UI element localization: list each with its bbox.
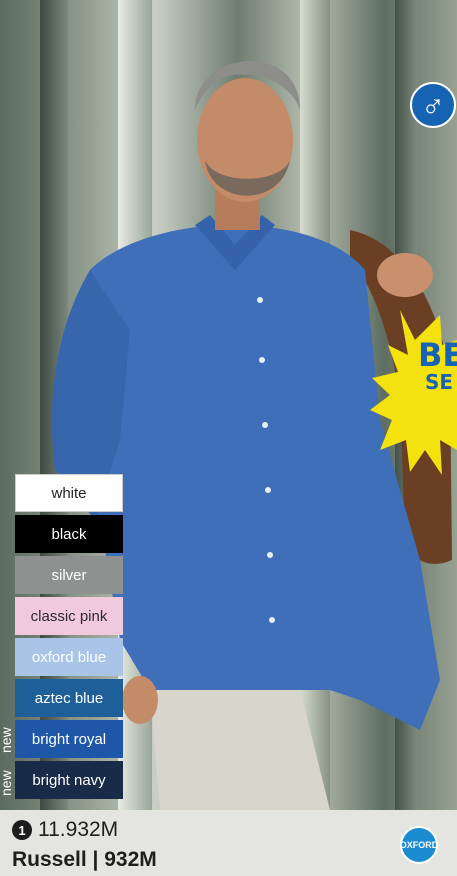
index-badge: 1 — [12, 820, 32, 840]
swatch-classic-pink[interactable]: classic pink — [15, 597, 123, 635]
color-swatch-list: white black silver classic pink oxford b… — [15, 474, 123, 802]
hand — [377, 253, 433, 297]
swatch-white[interactable]: white — [15, 474, 123, 512]
splash-text-line1: BE — [418, 336, 457, 374]
new-tag: new — [0, 727, 14, 753]
male-symbol-glyph: ♂ — [421, 87, 445, 123]
swatch-silver[interactable]: silver — [15, 556, 123, 594]
new-tag: new — [0, 770, 14, 796]
splash-text-line2: SE — [425, 370, 454, 394]
swatch-aztec-blue[interactable]: aztec blue — [15, 679, 123, 717]
product-name: Russell | 932M — [12, 848, 157, 871]
oxford-logo-icon: OXFORD — [400, 826, 438, 864]
hand — [122, 676, 158, 724]
swatch-bright-navy[interactable]: bright navy — [15, 761, 123, 799]
swatch-bright-royal[interactable]: bright royal — [15, 720, 123, 758]
male-symbol-icon: ♂ — [410, 82, 456, 128]
swatch-oxford-blue[interactable]: oxford blue — [15, 638, 123, 676]
trousers — [150, 690, 330, 810]
swatch-black[interactable]: black — [15, 515, 123, 553]
product-code-line: 1 11.932M — [12, 818, 118, 842]
product-code: 11.932M — [38, 818, 119, 841]
